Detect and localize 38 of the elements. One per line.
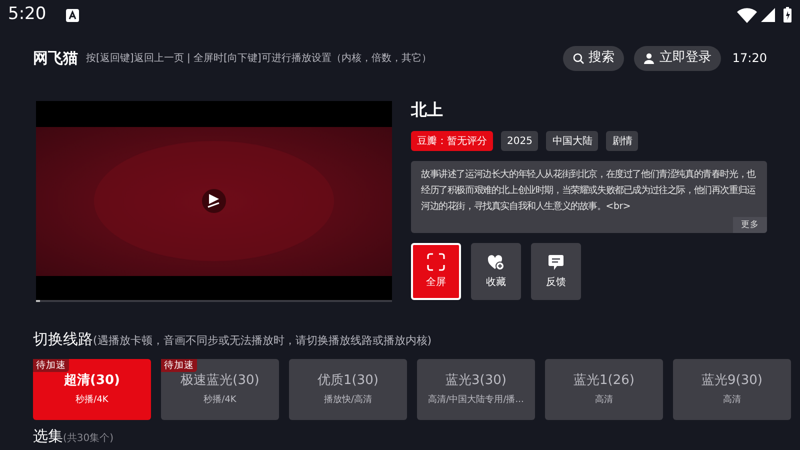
video-player[interactable]	[36, 101, 392, 302]
login-button[interactable]: 立即登录	[634, 46, 722, 70]
description-text: 故事讲述了运河边长大的年轻人从花街到北京，在度过了他们青涩纯真的青春时光，也经历了积极而艰难的北上创业时期，当荣耀或失败都已成为过往之际，他们再次重归运河边的花街，寻找真实自我和人生意义的故事。<br>	[421, 168, 757, 214]
section-title: 选集	[33, 426, 63, 444]
action-button[interactable]: 收藏	[471, 243, 521, 300]
fullscreen-icon	[427, 253, 445, 271]
signal-icon	[761, 8, 775, 22]
status-time: 5:20	[8, 3, 46, 26]
clock: 17:20	[732, 50, 767, 67]
route-card[interactable]: 蓝光1(26) 高清	[545, 358, 663, 420]
route-card[interactable]: 待加速 极速蓝光(30) 秒播/4K	[161, 358, 279, 420]
hint-text: 按[返回键]返回上一页 | 全屏时[向下键]可进行播放设置（内核，倍数，其它）	[86, 52, 432, 66]
route-card[interactable]: 优质1(30) 播放快/高清	[289, 358, 407, 420]
route-card[interactable]: 蓝光3(30) 高清/中国大陆专用/播...	[417, 358, 535, 420]
rating-tag: 豆瓣：暂无评分	[411, 131, 493, 151]
info-tag: 2025	[501, 131, 538, 151]
section-note: (共30集个)	[63, 432, 114, 446]
wifi-icon	[737, 8, 757, 22]
accelerate-badge: 待加速	[161, 358, 197, 372]
keyboard-icon	[66, 8, 80, 22]
section-title: 切换线路	[33, 329, 93, 350]
battery-icon	[783, 7, 792, 23]
accelerate-badge: 待加速	[33, 358, 69, 372]
info-tag: 剧情	[606, 131, 638, 151]
search-icon	[573, 52, 584, 64]
more-button[interactable]: 更多	[733, 217, 767, 233]
section-note: (遇播放卡顿，音画不同步或无法播放时，请切换播放线路或播放内核)	[93, 333, 432, 349]
route-card[interactable]: 蓝光9(30) 高清	[673, 358, 791, 420]
info-tag: 中国大陆	[546, 131, 598, 151]
action-button[interactable]: 全屏	[411, 243, 461, 300]
user-icon	[644, 52, 654, 64]
route-card[interactable]: 待加速 超清(30) 秒播/4K	[33, 358, 151, 420]
app-name: 网飞猫	[33, 48, 78, 69]
search-button[interactable]: 搜索	[563, 46, 624, 70]
movie-title: 北上	[411, 100, 444, 120]
action-button[interactable]: 反馈	[531, 243, 581, 300]
heart-plus-icon	[487, 254, 505, 270]
message-icon	[548, 254, 564, 270]
